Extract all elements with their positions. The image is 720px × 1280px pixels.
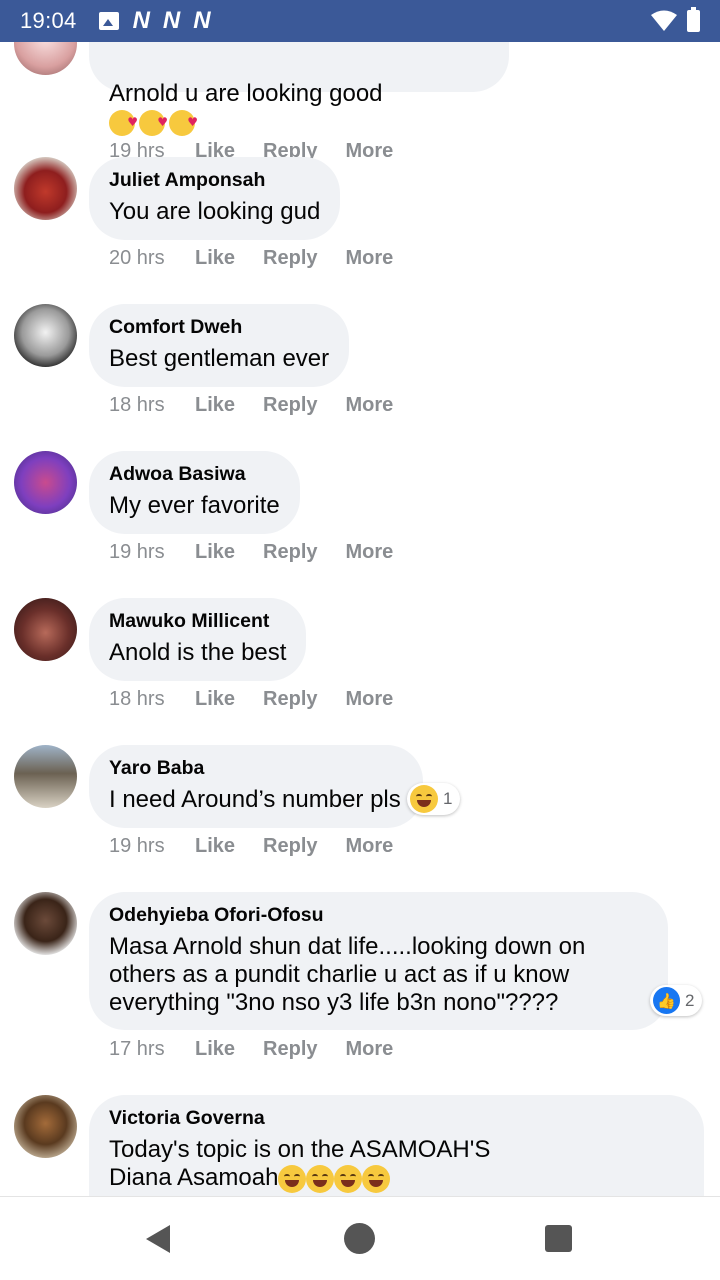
comment-time: 20 hrs bbox=[109, 247, 165, 269]
avatar[interactable] bbox=[14, 892, 77, 955]
comment-bubble[interactable]: Juliet Amponsah You are looking gud bbox=[89, 157, 341, 240]
reaction-count: 1 bbox=[443, 789, 453, 808]
comment-text: I need Around’s number pls bbox=[109, 786, 401, 813]
comment-time: 17 hrs bbox=[109, 1038, 165, 1060]
home-icon[interactable] bbox=[344, 1223, 375, 1254]
more-button[interactable]: More bbox=[346, 247, 394, 270]
comment-text: My ever favorite bbox=[109, 492, 280, 519]
avatar[interactable] bbox=[14, 304, 77, 367]
more-button[interactable]: More bbox=[346, 835, 394, 858]
comment-bubble[interactable]: Comfort Dweh Best gentleman ever bbox=[89, 304, 350, 387]
back-icon[interactable] bbox=[146, 1225, 170, 1253]
notification-n-icon: N bbox=[193, 7, 210, 34]
like-button[interactable]: Like bbox=[195, 394, 235, 417]
rolling-laughing-emoji-icon bbox=[278, 1164, 307, 1193]
smiling-hearts-emoji-icon bbox=[139, 108, 168, 136]
more-button[interactable]: More bbox=[346, 140, 394, 163]
comment-text: Anold is the best bbox=[109, 639, 287, 666]
comment-bubble[interactable]: Yaro Baba I need Around’s number pls bbox=[89, 745, 423, 828]
comment-time: 19 hrs bbox=[109, 541, 165, 563]
more-button[interactable]: More bbox=[346, 688, 394, 711]
reply-button[interactable]: Reply bbox=[263, 247, 317, 270]
comment-bubble[interactable]: Arnold u are looking good bbox=[89, 42, 509, 136]
reaction-badge[interactable]: 👍 2 bbox=[650, 985, 703, 1016]
smiling-hearts-emoji-icon bbox=[169, 108, 198, 136]
comment-time: 19 hrs bbox=[109, 835, 165, 857]
rolling-laughing-emoji-icon bbox=[334, 1164, 363, 1193]
like-button[interactable]: Like bbox=[195, 1038, 235, 1061]
status-time: 19:04 bbox=[20, 8, 77, 33]
comment-bubble[interactable]: Adwoa Basiwa My ever favorite bbox=[89, 451, 300, 534]
comment-actions: 20 hrs Like Reply More bbox=[109, 247, 421, 270]
comment-actions: 17 hrs Like Reply More bbox=[109, 1038, 421, 1061]
more-button[interactable]: More bbox=[346, 1038, 394, 1061]
recent-apps-icon[interactable] bbox=[545, 1225, 572, 1252]
rolling-laughing-emoji-icon bbox=[306, 1164, 335, 1193]
like-button[interactable]: Like bbox=[195, 247, 235, 270]
comment-author[interactable]: Yaro Baba bbox=[109, 756, 401, 780]
comment-text: Best gentleman ever bbox=[109, 345, 330, 372]
laughing-emoji-icon bbox=[410, 785, 438, 813]
like-reaction-icon: 👍 bbox=[653, 987, 680, 1014]
notification-n-icon: N bbox=[132, 7, 150, 34]
comment-author[interactable]: Comfort Dweh bbox=[109, 315, 329, 339]
avatar[interactable] bbox=[14, 598, 77, 661]
more-button[interactable]: More bbox=[346, 394, 394, 417]
comment-bubble[interactable]: Victoria Governa Today's topic is on the… bbox=[89, 1095, 704, 1196]
avatar[interactable] bbox=[14, 451, 77, 514]
like-button[interactable]: Like bbox=[195, 835, 235, 858]
comment-actions: 19 hrs Like Reply More bbox=[109, 541, 421, 564]
comment-author[interactable]: Juliet Amponsah bbox=[109, 168, 320, 192]
reply-button[interactable]: Reply bbox=[263, 394, 317, 417]
comment-text: Today's topic is on the ASAMOAH'S Diana … bbox=[109, 1136, 491, 1193]
rolling-laughing-emoji-icon bbox=[362, 1164, 391, 1193]
comment-text: Arnold u are looking good bbox=[109, 52, 489, 136]
reply-button[interactable]: Reply bbox=[263, 688, 317, 711]
reaction-count: 2 bbox=[685, 990, 695, 1010]
smiling-hearts-emoji-icon bbox=[109, 108, 138, 136]
avatar[interactable] bbox=[14, 157, 77, 220]
reply-button[interactable]: Reply bbox=[263, 835, 317, 858]
like-button[interactable]: Like bbox=[195, 541, 235, 564]
comment-actions: 18 hrs Like Reply More bbox=[109, 394, 421, 417]
battery-icon bbox=[687, 7, 700, 32]
reply-button[interactable]: Reply bbox=[263, 541, 317, 564]
notification-n-icon: N bbox=[162, 7, 180, 34]
comment-text: Masa Arnold shun dat life.....looking do… bbox=[109, 933, 586, 1016]
reply-button[interactable]: Reply bbox=[263, 1038, 317, 1061]
reaction-badge[interactable]: 1 bbox=[407, 783, 461, 815]
more-button[interactable]: More bbox=[346, 541, 394, 564]
like-button[interactable]: Like bbox=[195, 688, 235, 711]
comment-author[interactable]: Victoria Governa bbox=[109, 1106, 684, 1130]
comment-time: 18 hrs bbox=[109, 394, 165, 416]
avatar[interactable] bbox=[14, 745, 77, 808]
comment-author[interactable]: Adwoa Basiwa bbox=[109, 462, 280, 486]
comment-bubble[interactable]: Odehyieba Ofori-Ofosu Masa Arnold shun d… bbox=[89, 892, 668, 1030]
image-icon bbox=[98, 12, 119, 30]
comment-actions: 18 hrs Like Reply More bbox=[109, 688, 421, 711]
avatar[interactable] bbox=[14, 1095, 77, 1158]
comment-author[interactable]: Odehyieba Ofori-Ofosu bbox=[109, 903, 648, 927]
comment-author[interactable]: Mawuko Millicent bbox=[109, 609, 286, 633]
avatar[interactable] bbox=[14, 42, 77, 75]
comment-list[interactable]: Arnold u are looking good 19 hrs Like Re… bbox=[0, 42, 720, 1196]
navigation-bar bbox=[0, 1196, 720, 1280]
comment-time: 18 hrs bbox=[109, 688, 165, 710]
status-bar: 19:04 N N N bbox=[0, 0, 720, 42]
comment-text: You are looking gud bbox=[109, 198, 321, 225]
comment-actions: 19 hrs Like Reply More bbox=[109, 835, 421, 858]
comment-bubble[interactable]: Mawuko Millicent Anold is the best bbox=[89, 598, 307, 681]
wifi-icon bbox=[651, 10, 677, 31]
